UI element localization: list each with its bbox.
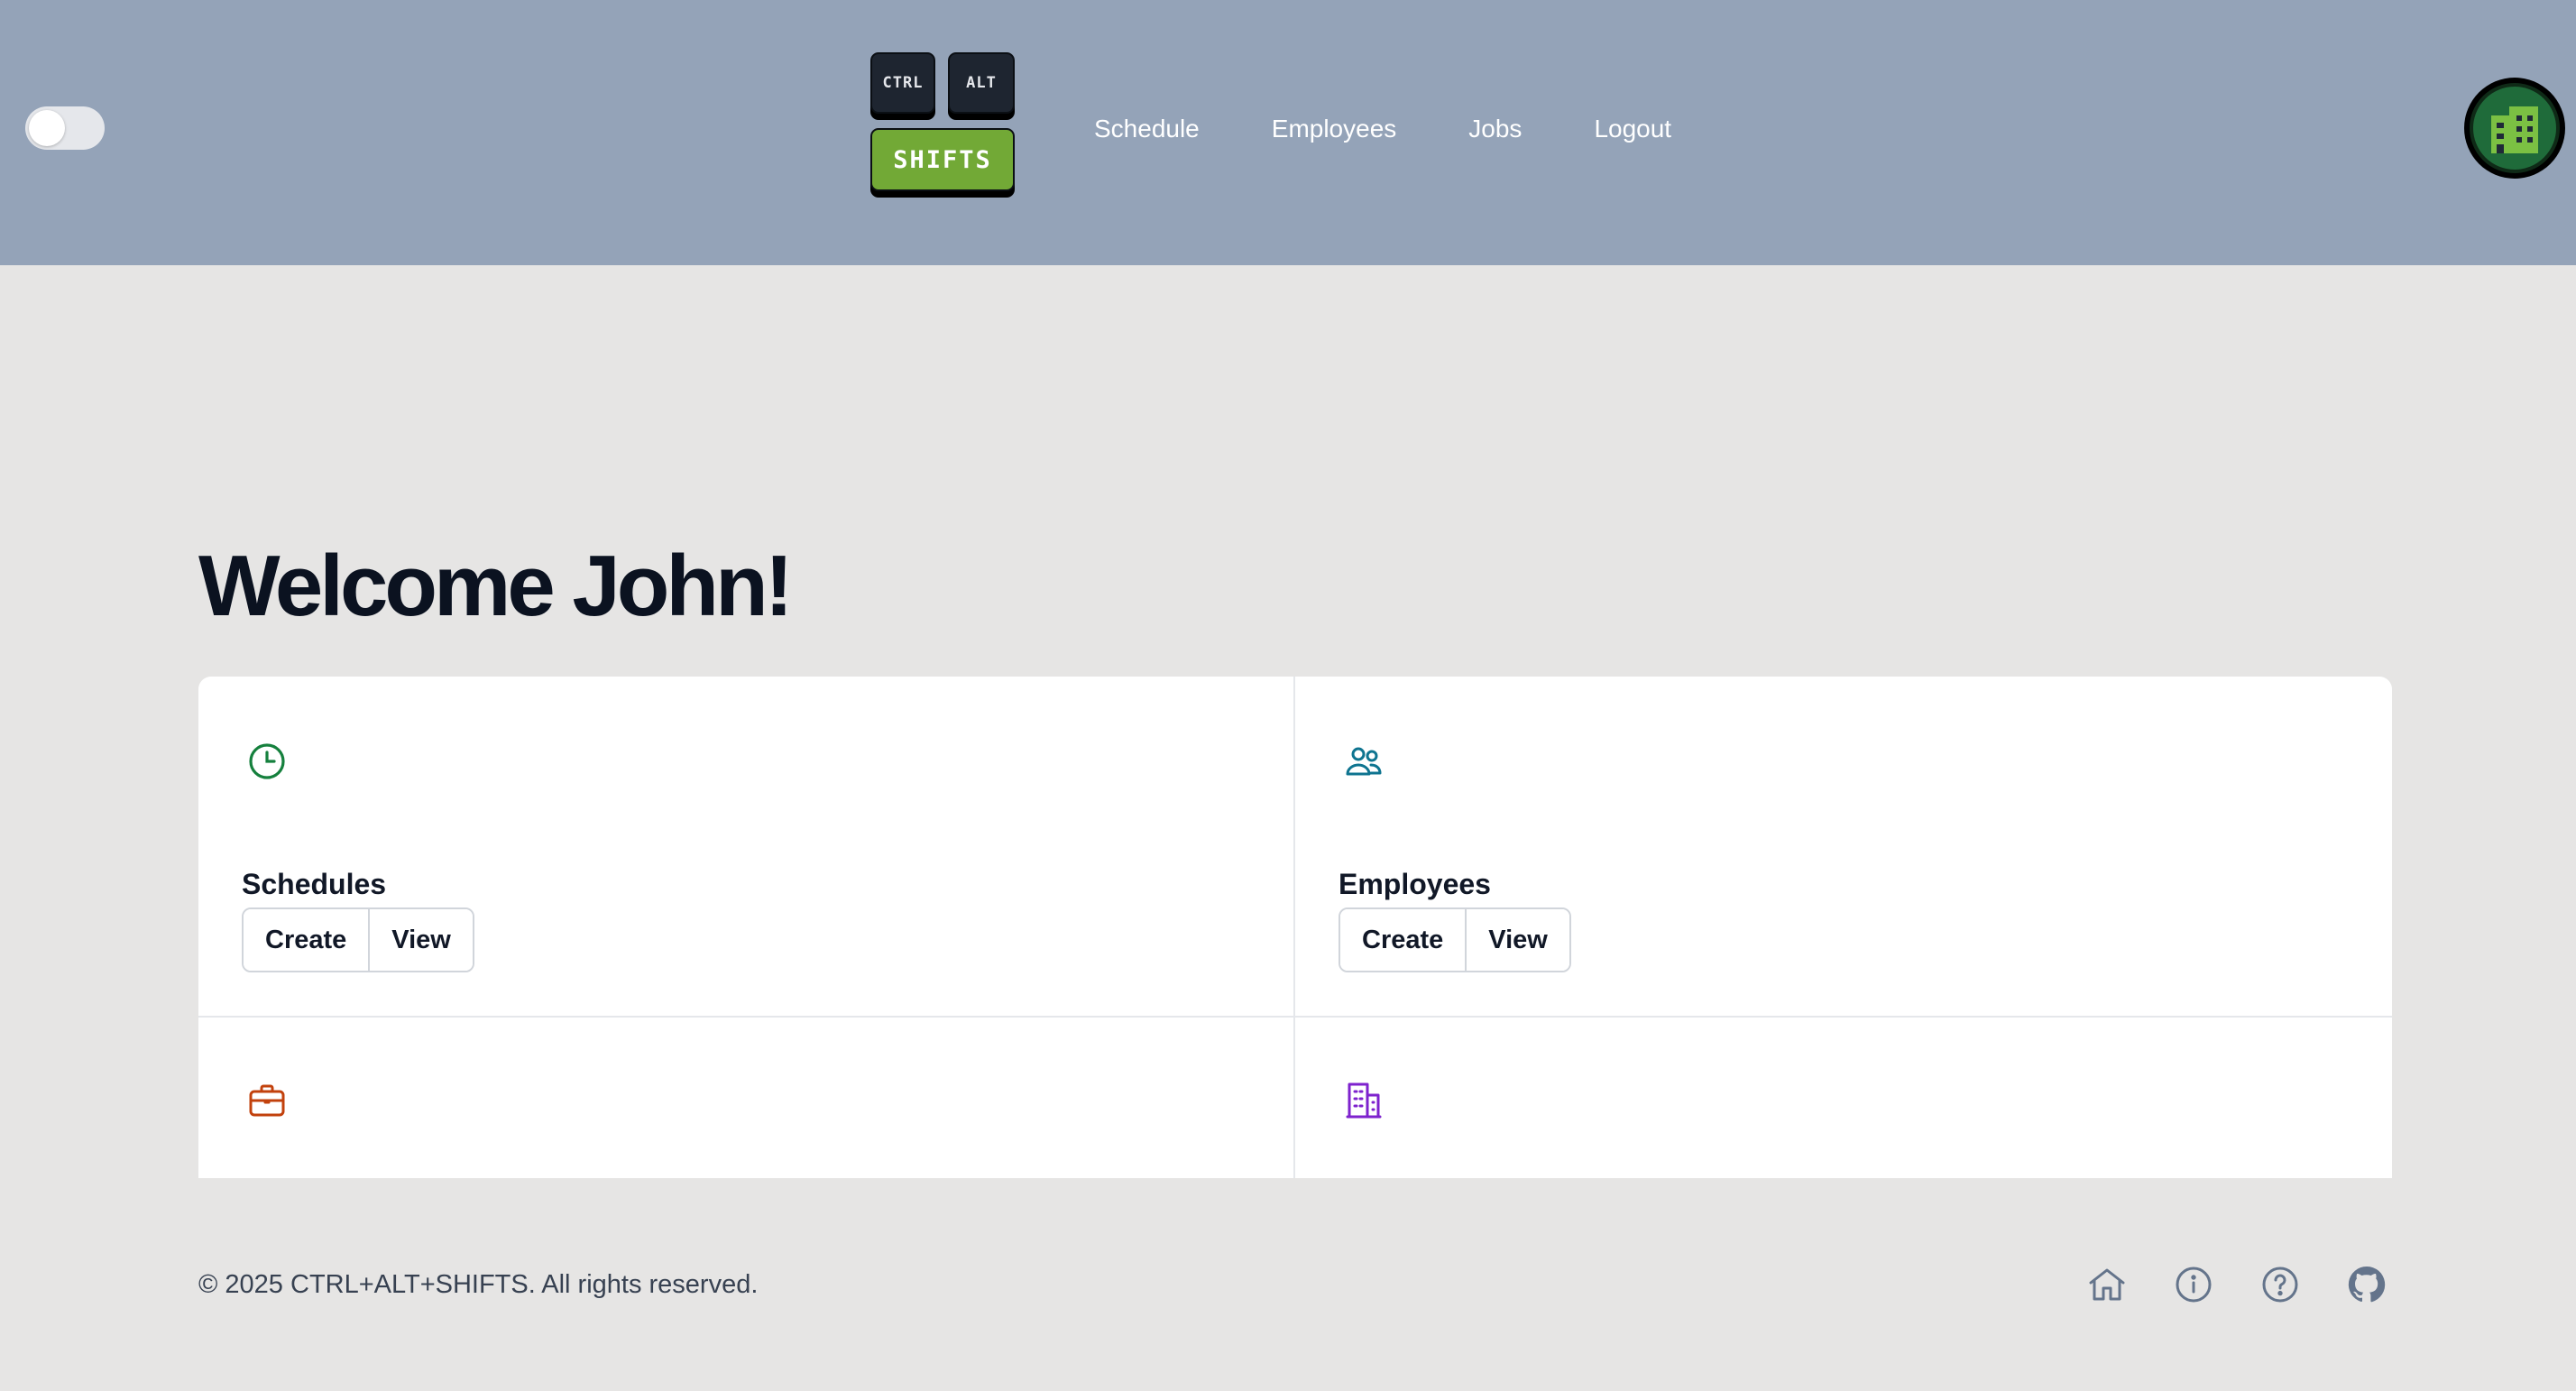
- clock-icon: [242, 736, 292, 787]
- card-locations: [1295, 1018, 2392, 1178]
- welcome-heading: Welcome John!: [198, 538, 794, 634]
- card-employees: Employees Create View: [1295, 677, 2392, 1018]
- info-icon[interactable]: [2172, 1263, 2215, 1306]
- nav-employees[interactable]: Employees: [1272, 115, 1397, 143]
- home-icon[interactable]: [2085, 1263, 2129, 1306]
- users-icon: [1339, 736, 1389, 787]
- card-schedules: Schedules Create View: [198, 677, 1295, 1018]
- nav-logout[interactable]: Logout: [1594, 115, 1671, 143]
- theme-toggle[interactable]: [25, 106, 105, 150]
- card-title: Employees: [1339, 868, 1491, 900]
- card-jobs: [198, 1018, 1295, 1178]
- nav-schedule[interactable]: Schedule: [1094, 115, 1200, 143]
- footer-links: [2085, 1263, 2388, 1306]
- github-icon[interactable]: [2345, 1263, 2388, 1306]
- briefcase-icon: [242, 1075, 292, 1126]
- app-logo[interactable]: CTRL ALT SHIFTS: [869, 51, 1017, 207]
- view-schedules-button[interactable]: View: [368, 909, 473, 971]
- top-header: CTRL ALT SHIFTS Schedule Employees Jobs …: [0, 0, 2576, 265]
- logo-key-alt: ALT: [948, 52, 1015, 114]
- dashboard-cards: Schedules Create View Employees Create V…: [198, 677, 2392, 1178]
- building-icon: [1339, 1075, 1389, 1126]
- building-avatar-icon: [2470, 83, 2560, 173]
- create-employee-button[interactable]: Create: [1340, 909, 1466, 971]
- card-title: Schedules: [242, 868, 387, 900]
- logo-key-ctrl: CTRL: [870, 52, 935, 114]
- view-employees-button[interactable]: View: [1465, 909, 1569, 971]
- employees-actions: Create View: [1339, 907, 1571, 972]
- schedules-actions: Create View: [242, 907, 474, 972]
- logo-key-shifts: SHIFTS: [870, 128, 1015, 191]
- help-icon[interactable]: [2259, 1263, 2302, 1306]
- main-nav: Schedule Employees Jobs Logout: [1094, 108, 1743, 150]
- footer-copyright: © 2025 CTRL+ALT+SHIFTS. All rights reser…: [198, 1270, 759, 1299]
- nav-jobs[interactable]: Jobs: [1468, 115, 1522, 143]
- user-avatar[interactable]: [2464, 78, 2565, 179]
- create-schedule-button[interactable]: Create: [244, 909, 369, 971]
- toggle-knob: [29, 110, 65, 146]
